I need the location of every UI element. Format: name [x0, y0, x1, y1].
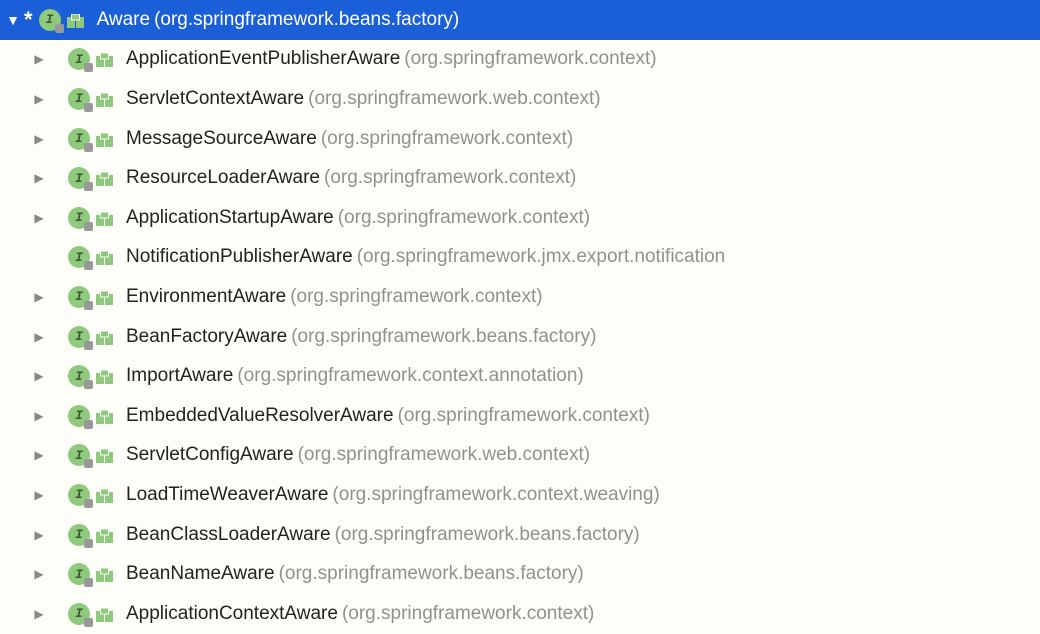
interface-icon — [68, 365, 90, 387]
package-icon — [96, 131, 116, 147]
class-name-label: Aware — [97, 9, 151, 31]
package-icon — [96, 249, 116, 265]
package-icon — [96, 487, 116, 503]
expand-arrow-icon[interactable]: ▶ — [30, 290, 48, 304]
package-name-label: (org.springframework.context) — [290, 286, 542, 308]
expand-arrow-icon[interactable]: ▶ — [30, 92, 48, 106]
package-icon — [96, 368, 116, 384]
expand-arrow-icon[interactable]: ▶ — [30, 567, 48, 581]
expand-arrow-icon[interactable]: ▼ — [4, 12, 22, 28]
class-name-label: EmbeddedValueResolverAware — [126, 405, 394, 427]
package-name-label: (org.springframework.context) — [338, 207, 590, 229]
interface-icon — [68, 444, 90, 466]
package-icon — [96, 329, 116, 345]
asterisk-marker: * — [24, 7, 33, 33]
expand-arrow-icon[interactable]: ▶ — [30, 52, 48, 66]
tree-child-row[interactable]: ▶NotificationPublisherAware(org.springfr… — [0, 238, 1040, 278]
tree-child-row[interactable]: ▶ ApplicationContextAware(org.springframe… — [0, 594, 1040, 634]
interface-icon — [68, 603, 90, 625]
package-name-label: (org.springframework.web.context) — [298, 444, 591, 466]
package-name-label: (org.springframework.context) — [324, 167, 576, 189]
expand-arrow-icon[interactable]: ▶ — [30, 409, 48, 423]
class-name-label: ServletConfigAware — [126, 444, 294, 466]
package-icon — [96, 210, 116, 226]
interface-icon — [68, 484, 90, 506]
class-name-label: ApplicationEventPublisherAware — [126, 48, 400, 70]
package-icon — [96, 51, 116, 67]
class-name-label: LoadTimeWeaverAware — [126, 484, 328, 506]
package-name-label: (org.springframework.beans.factory) — [279, 563, 584, 585]
expand-arrow-icon[interactable]: ▶ — [30, 448, 48, 462]
package-icon — [96, 447, 116, 463]
interface-icon — [68, 128, 90, 150]
interface-icon — [68, 167, 90, 189]
tree-child-row[interactable]: ▶ ApplicationStartupAware(org.springframe… — [0, 198, 1040, 238]
class-name-label: NotificationPublisherAware — [126, 246, 353, 268]
tree-child-row[interactable]: ▶ ServletConfigAware(org.springframework.… — [0, 436, 1040, 476]
package-name-label: (org.springframework.context) — [321, 128, 573, 150]
tree-child-row[interactable]: ▶ BeanClassLoaderAware(org.springframewor… — [0, 515, 1040, 555]
class-name-label: ApplicationContextAware — [126, 603, 338, 625]
package-icon — [96, 91, 116, 107]
class-name-label: EnvironmentAware — [126, 286, 286, 308]
package-name-label: (org.springframework.beans.factory) — [335, 524, 640, 546]
interface-icon — [68, 48, 90, 70]
interface-icon — [68, 207, 90, 229]
class-name-label: ResourceLoaderAware — [126, 167, 320, 189]
interface-icon — [68, 405, 90, 427]
class-name-label: BeanClassLoaderAware — [126, 524, 331, 546]
class-name-label: ServletContextAware — [126, 88, 304, 110]
expand-arrow-icon[interactable]: ▶ — [30, 488, 48, 502]
package-name-label: (org.springframework.web.context) — [308, 88, 601, 110]
package-name-label: (org.springframework.jmx.export.notifica… — [357, 246, 726, 268]
package-name-label: (org.springframework.context) — [342, 603, 594, 625]
tree-child-row[interactable]: ▶ MessageSourceAware(org.springframework.… — [0, 119, 1040, 159]
tree-child-row[interactable]: ▶ LoadTimeWeaverAware(org.springframework… — [0, 475, 1040, 515]
tree-child-row[interactable]: ▶ EmbeddedValueResolverAware(org.springfr… — [0, 396, 1040, 436]
package-icon — [96, 170, 116, 186]
expand-arrow-icon[interactable]: ▶ — [30, 330, 48, 344]
class-name-label: ImportAware — [126, 365, 233, 387]
package-icon — [96, 289, 116, 305]
package-name-label: (org.springframework.beans.factory) — [154, 9, 459, 31]
package-name-label: (org.springframework.context.annotation) — [237, 365, 583, 387]
package-icon — [96, 527, 116, 543]
package-icon — [67, 12, 87, 28]
tree-child-row[interactable]: ▶ BeanNameAware(org.springframework.beans… — [0, 554, 1040, 594]
expand-arrow-icon[interactable]: ▶ — [30, 369, 48, 383]
expand-arrow-icon[interactable]: ▶ — [30, 607, 48, 621]
package-icon — [96, 606, 116, 622]
interface-icon — [68, 286, 90, 308]
class-name-label: MessageSourceAware — [126, 128, 317, 150]
class-name-label: BeanNameAware — [126, 563, 275, 585]
tree-child-row[interactable]: ▶ ResourceLoaderAware(org.springframework… — [0, 158, 1040, 198]
interface-icon — [68, 563, 90, 585]
tree-child-row[interactable]: ▶ BeanFactoryAware(org.springframework.be… — [0, 317, 1040, 357]
expand-arrow-icon[interactable]: ▶ — [30, 171, 48, 185]
tree-child-row[interactable]: ▶ ApplicationEventPublisherAware(org.spri… — [0, 40, 1040, 80]
expand-arrow-icon[interactable]: ▶ — [30, 132, 48, 146]
package-icon — [96, 408, 116, 424]
package-name-label: (org.springframework.context) — [404, 48, 656, 70]
package-icon — [96, 566, 116, 582]
expand-arrow-icon[interactable]: ▶ — [30, 528, 48, 542]
type-hierarchy-tree: ▼*Aware(org.springframework.beans.factor… — [0, 0, 1040, 634]
package-name-label: (org.springframework.context.weaving) — [332, 484, 659, 506]
expand-arrow-icon[interactable]: ▶ — [30, 211, 48, 225]
class-name-label: BeanFactoryAware — [126, 326, 287, 348]
class-name-label: ApplicationStartupAware — [126, 207, 334, 229]
interface-icon — [68, 88, 90, 110]
tree-child-row[interactable]: ▶ ImportAware(org.springframework.context… — [0, 356, 1040, 396]
package-name-label: (org.springframework.beans.factory) — [291, 326, 596, 348]
interface-icon — [68, 326, 90, 348]
tree-child-row[interactable]: ▶ ServletContextAware(org.springframework… — [0, 79, 1040, 119]
tree-child-row[interactable]: ▶ EnvironmentAware(org.springframework.co… — [0, 277, 1040, 317]
interface-icon — [68, 246, 90, 268]
package-name-label: (org.springframework.context) — [398, 405, 650, 427]
interface-icon — [68, 524, 90, 546]
tree-root-row[interactable]: ▼* Aware(org.springframework.beans.factor… — [0, 0, 1040, 40]
interface-icon — [39, 9, 61, 31]
